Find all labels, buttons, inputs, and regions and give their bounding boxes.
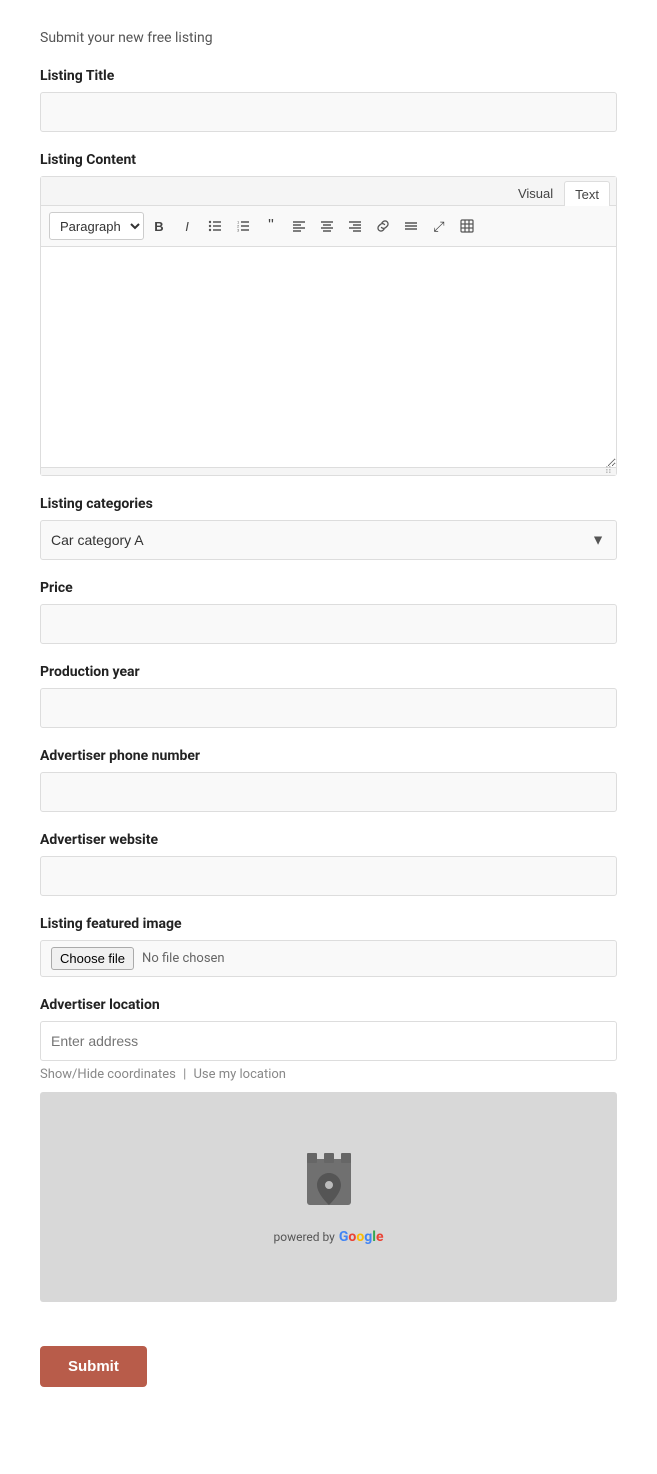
file-name-display: No file chosen	[142, 951, 225, 966]
price-input[interactable]	[40, 604, 617, 644]
advertiser-location-group: Advertiser location Show/Hide coordinate…	[40, 997, 617, 1302]
link-separator: |	[183, 1067, 189, 1082]
align-right-button[interactable]	[342, 213, 368, 239]
editor-resize-handle[interactable]: ⠿	[41, 467, 616, 475]
google-logo: Google	[339, 1229, 384, 1245]
listing-title-label: Listing Title	[40, 68, 617, 84]
paragraph-select[interactable]: Paragraph	[49, 212, 144, 240]
submit-button[interactable]: Submit	[40, 1346, 147, 1387]
production-year-group: Production year	[40, 664, 617, 728]
production-year-input[interactable]	[40, 688, 617, 728]
align-center-button[interactable]	[314, 213, 340, 239]
categories-select[interactable]: Car category A Car category B Car catego…	[40, 520, 617, 560]
tab-visual[interactable]: Visual	[507, 181, 564, 205]
choose-file-button[interactable]: Choose file	[51, 947, 134, 970]
editor-tabs: Visual Text	[41, 177, 616, 206]
fullscreen-button[interactable]: ⤢	[426, 213, 452, 239]
map-container: powered by Google	[40, 1092, 617, 1302]
advertiser-website-group: Advertiser website	[40, 832, 617, 896]
advertiser-phone-input[interactable]	[40, 772, 617, 812]
listing-content-group: Listing Content Visual Text Paragraph B …	[40, 152, 617, 476]
svg-text:3: 3	[237, 228, 240, 233]
price-group: Price	[40, 580, 617, 644]
map-pin-icon	[299, 1149, 359, 1217]
powered-by-text: powered by Google	[273, 1229, 383, 1245]
tab-text[interactable]: Text	[564, 181, 610, 206]
listing-title-group: Listing Title	[40, 68, 617, 132]
location-links: Show/Hide coordinates | Use my location	[40, 1067, 617, 1082]
unordered-list-button[interactable]	[202, 213, 228, 239]
resize-dots-icon: ⠿	[605, 467, 612, 477]
advertiser-phone-group: Advertiser phone number	[40, 748, 617, 812]
advertiser-website-input[interactable]	[40, 856, 617, 896]
production-year-label: Production year	[40, 664, 617, 680]
horizontal-rule-button[interactable]	[398, 213, 424, 239]
page-subtitle: Submit your new free listing	[40, 30, 617, 46]
featured-image-label: Listing featured image	[40, 916, 617, 932]
use-my-location-link[interactable]: Use my location	[193, 1067, 286, 1082]
featured-image-group: Listing featured image Choose file No fi…	[40, 916, 617, 977]
listing-title-input[interactable]	[40, 92, 617, 132]
categories-select-wrapper: Car category A Car category B Car catego…	[40, 520, 617, 560]
listing-categories-group: Listing categories Car category A Car ca…	[40, 496, 617, 560]
editor-content-area[interactable]	[41, 247, 616, 467]
bold-button[interactable]: B	[146, 213, 172, 239]
listing-content-label: Listing Content	[40, 152, 617, 168]
price-label: Price	[40, 580, 617, 596]
align-left-button[interactable]	[286, 213, 312, 239]
show-hide-coordinates-link[interactable]: Show/Hide coordinates	[40, 1067, 176, 1082]
advertiser-phone-label: Advertiser phone number	[40, 748, 617, 764]
ordered-list-button[interactable]: 1 2 3	[230, 213, 256, 239]
table-button[interactable]	[454, 213, 480, 239]
blockquote-button[interactable]: "	[258, 213, 284, 239]
advertiser-location-label: Advertiser location	[40, 997, 617, 1013]
content-editor: Visual Text Paragraph B I	[40, 176, 617, 476]
advertiser-website-label: Advertiser website	[40, 832, 617, 848]
link-button[interactable]	[370, 213, 396, 239]
editor-toolbar: Paragraph B I 1	[41, 206, 616, 247]
italic-button[interactable]: I	[174, 213, 200, 239]
listing-categories-label: Listing categories	[40, 496, 617, 512]
file-input-wrapper: Choose file No file chosen	[40, 940, 617, 977]
address-input[interactable]	[40, 1021, 617, 1061]
